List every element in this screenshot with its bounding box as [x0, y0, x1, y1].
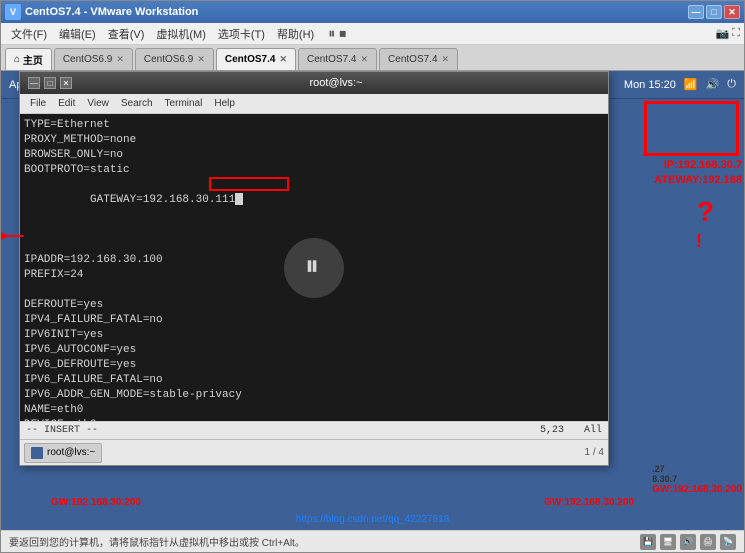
minimize-button[interactable]: —: [688, 5, 704, 19]
tab-centos69-1[interactable]: CentOS6.9✕: [54, 48, 133, 70]
right-annotations-panel: IP:192.168.30.7 ATEWAY:192.168 ? ! .27 8…: [634, 71, 744, 530]
terminal-taskbar: root@lvs:~ 1 / 4: [20, 439, 608, 465]
toolbar-snapshot[interactable]: 📷: [716, 27, 730, 40]
status-position: 5,23: [540, 425, 564, 436]
term-menu-help[interactable]: Help: [208, 97, 241, 110]
vmware-menubar: 文件(F) 编辑(E) 查看(V) 虚拟机(M) 选项卡(T) 帮助(H) ⏸ …: [1, 23, 744, 45]
tab-close-1[interactable]: ✕: [116, 54, 124, 65]
window-controls: — □ ✕: [688, 5, 740, 19]
term-line-14: IPV6_ADDR_GEN_MODE=stable-privacy: [24, 388, 604, 403]
vmware-icon: V: [5, 4, 21, 20]
menu-edit[interactable]: 编辑(E): [53, 24, 102, 44]
status-icon-2: 🖥: [660, 534, 676, 550]
question-mark: ?: [697, 196, 714, 228]
tab-centos74-active[interactable]: CentOS7.4✕: [216, 48, 296, 70]
statusbar-message: 要返回到您的计算机，请将鼠标指针从虚拟机中移出或按 Ctrl+Alt。: [9, 534, 305, 549]
term-line-11: IPV6_AUTOCONF=yes: [24, 343, 604, 358]
bottom-gw-right: GW:192.168.30.200: [544, 497, 634, 508]
vmware-statusbar: 要返回到您的计算机，请将鼠标指针从虚拟机中移出或按 Ctrl+Alt。 💾 🖥 …: [1, 530, 744, 552]
term-line-7: [24, 283, 604, 298]
maximize-button[interactable]: □: [706, 5, 722, 19]
bottom-gw1: .27 8.30.7 GW:192.168.30.200: [652, 464, 742, 495]
term-line-15: NAME=eth0: [24, 403, 604, 418]
terminal-title: root@lvs:~: [72, 77, 600, 89]
tab-close-4[interactable]: ✕: [361, 54, 369, 65]
taskbar-page-indicator: 1 / 4: [585, 447, 604, 458]
terminal-content[interactable]: TYPE=Ethernet PROXY_METHOD=none BROWSER_…: [20, 114, 608, 421]
term-line-1: PROXY_METHOD=none: [24, 133, 604, 148]
panel-right: Mon 15:20 📶 🔊 ⏻: [624, 78, 736, 91]
term-line-16: DEVICE=eth0: [24, 418, 604, 421]
status-icon-1: 💾: [640, 534, 656, 550]
vmware-tabs: ⌂ 主页 CentOS6.9✕ CentOS6.9✕ CentOS7.4✕ Ce…: [1, 45, 744, 71]
menu-vm[interactable]: 虚拟机(M): [150, 24, 212, 44]
guest-desktop: Applications Places Terminal Mon 15:20 📶…: [1, 71, 744, 530]
term-menu-view[interactable]: View: [81, 97, 115, 110]
term-menu-search[interactable]: Search: [115, 97, 159, 110]
taskbar-terminal-icon: [31, 447, 43, 459]
menu-file[interactable]: 文件(F): [5, 24, 53, 44]
exclamation-mark: !: [696, 231, 702, 252]
right-highlight-box: [644, 101, 739, 156]
term-menu-edit[interactable]: Edit: [52, 97, 81, 110]
menu-tabs[interactable]: 选项卡(T): [212, 24, 271, 44]
window-title: CentOS7.4 - VMware Workstation: [25, 6, 688, 18]
blog-url: https://blog.csdn.net/qq_42227818: [296, 514, 449, 525]
term-line-0: TYPE=Ethernet: [24, 118, 604, 133]
panel-power-icon: ⏻: [727, 78, 736, 91]
bottom-gw-left: GW:192.168.30.200: [51, 497, 141, 508]
tab-centos74-4[interactable]: CentOS7.4✕: [298, 48, 377, 70]
menu-view[interactable]: 查看(V): [102, 24, 151, 44]
terminal-maximize[interactable]: □: [44, 77, 56, 89]
term-menu-file[interactable]: File: [24, 97, 52, 110]
gateway-highlight-box: [209, 177, 289, 191]
term-line-6: PREFIX=24: [24, 268, 604, 283]
ip-annotation: IP:192.168.30.7: [664, 159, 742, 171]
toolbar-fullscreen[interactable]: ⛶: [732, 27, 740, 40]
term-line-4: GATEWAY=192.168.30.111: [24, 178, 604, 253]
menu-help[interactable]: 帮助(H): [271, 24, 320, 44]
term-line-3: BOOTPROTO=static: [24, 163, 604, 178]
tab-close-2[interactable]: ✕: [197, 54, 205, 65]
status-icon-5: 📡: [720, 534, 736, 550]
term-line-13: IPV6_FAILURE_FATAL=no: [24, 373, 604, 388]
tab-close-5[interactable]: ✕: [442, 54, 450, 65]
panel-sound-icon: 🔊: [706, 78, 720, 91]
tab-centos69-2[interactable]: CentOS6.9✕: [135, 48, 214, 70]
gateway-annotation: ATEWAY:192.168: [654, 174, 742, 186]
term-line-5: IPADDR=192.168.30.100: [24, 253, 604, 268]
vmware-titlebar: V CentOS7.4 - VMware Workstation — □ ✕: [1, 1, 744, 23]
terminal-statusbar: -- INSERT -- 5,23 All: [20, 421, 608, 439]
taskbar-label: root@lvs:~: [47, 447, 95, 458]
terminal-titlebar: — □ ✕ root@lvs:~: [20, 72, 608, 94]
terminal-controls: — □ ✕: [28, 77, 72, 89]
tab-home[interactable]: ⌂ 主页: [5, 48, 52, 70]
panel-time: Mon 15:20: [624, 79, 676, 91]
status-all: All: [584, 425, 602, 436]
terminal-close[interactable]: ✕: [60, 77, 72, 89]
panel-network-icon: 📶: [684, 78, 698, 91]
status-icon-3: 🔊: [680, 534, 696, 550]
term-line-8: DEFROUTE=yes: [24, 298, 604, 313]
terminal-minimize[interactable]: —: [28, 77, 40, 89]
term-menu-terminal[interactable]: Terminal: [159, 97, 209, 110]
terminal-menubar: File Edit View Search Terminal Help: [20, 94, 608, 114]
term-line-12: IPV6_DEFROUTE=yes: [24, 358, 604, 373]
bottom-annotations: GW:192.168.30.200 GW:192.168.30.200: [51, 497, 634, 508]
text-cursor: [235, 193, 243, 205]
toolbar-pause[interactable]: ⏸: [328, 25, 335, 42]
tab-centos74-5[interactable]: CentOS7.4✕: [379, 48, 458, 70]
vmware-window: V CentOS7.4 - VMware Workstation — □ ✕ 文…: [0, 0, 745, 553]
statusbar-icons: 💾 🖥 🔊 🖨 📡: [640, 534, 736, 550]
terminal-window: — □ ✕ root@lvs:~ File Edit View Search T…: [19, 71, 609, 466]
taskbar-terminal-item[interactable]: root@lvs:~: [24, 443, 102, 463]
toolbar-stop[interactable]: ⏹: [339, 25, 346, 42]
term-line-9: IPV4_FAILURE_FATAL=no: [24, 313, 604, 328]
status-mode: -- INSERT --: [26, 425, 540, 436]
term-line-10: IPV6INIT=yes: [24, 328, 604, 343]
tab-close-3[interactable]: ✕: [279, 54, 287, 65]
status-icon-4: 🖨: [700, 534, 716, 550]
term-line-2: BROWSER_ONLY=no: [24, 148, 604, 163]
close-button[interactable]: ✕: [724, 5, 740, 19]
